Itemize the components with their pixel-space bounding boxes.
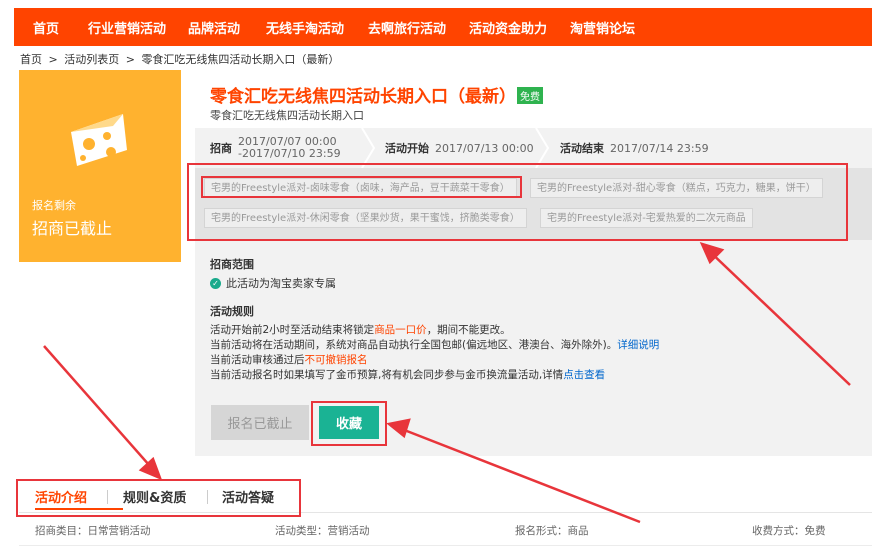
annotation-box-categories bbox=[187, 163, 848, 241]
info-type: 活动类型：营销活动 bbox=[275, 525, 370, 537]
timeline-recruit: 招商 2017/07/07 00:00 -2017/07/10 23:59 bbox=[210, 128, 341, 168]
rule-text: 活动开始前2小时至活动结束将锁定 bbox=[210, 324, 375, 336]
breadcrumb-activity-list[interactable]: 活动列表页 bbox=[64, 53, 119, 66]
rule-highlight: 商品一口价 bbox=[374, 324, 427, 336]
rule-line: 当前活动报名时如果填写了金币预算,将有机会同步参与金币换流量活动,详情点击查看 bbox=[210, 367, 605, 382]
timeline-end-time: 2017/07/14 23:59 bbox=[610, 141, 709, 155]
scope-title: 招商范围 bbox=[210, 258, 254, 271]
annotation-box-tabs bbox=[16, 479, 301, 517]
rule-line: 当前活动审核通过后不可撤销报名 bbox=[210, 352, 368, 367]
nav-item-wireless[interactable]: 无线手淘活动 bbox=[266, 18, 344, 37]
activity-subtitle: 零食汇吃无线焦四活动长期入口 bbox=[210, 109, 364, 122]
breadcrumb-current: 零食汇吃无线焦四活动长期入口（最新） bbox=[141, 53, 340, 66]
scope-text: 此活动为淘宝卖家专属 bbox=[226, 277, 336, 290]
nav-item-funding[interactable]: 活动资金助力 bbox=[469, 18, 547, 37]
rule-text: 当前活动报名时如果填写了金币预算,将有机会同步参与金币换流量活动,详情 bbox=[210, 369, 564, 381]
nav-item-brand[interactable]: 品牌活动 bbox=[188, 18, 240, 37]
info-form: 报名形式：商品 bbox=[515, 525, 589, 537]
timeline-end: 活动结束 2017/07/14 23:59 bbox=[560, 128, 709, 168]
activity-title: 零食汇吃无线焦四活动长期入口（最新） bbox=[210, 87, 516, 107]
view-more-link[interactable]: 点击查看 bbox=[563, 369, 605, 381]
info-fee: 收费方式：免费 bbox=[752, 525, 826, 537]
activity-header: 零食汇吃无线焦四活动长期入口（最新） 免费 零食汇吃无线焦四活动长期入口 bbox=[195, 70, 872, 128]
activity-timeline: 招商 2017/07/07 00:00 -2017/07/10 23:59 活动… bbox=[195, 128, 872, 168]
page: 首页 行业营销活动 品牌活动 无线手淘活动 去啊旅行活动 活动资金助力 淘营销论… bbox=[0, 0, 872, 559]
nav-item-home[interactable]: 首页 bbox=[33, 18, 59, 37]
timeline-divider-icon bbox=[361, 128, 375, 168]
rule-text: 当前活动将在活动期间，系统对商品自动执行全国包邮(偏远地区、港澳台、海外除外)。 bbox=[210, 339, 618, 351]
top-nav: 首页 行业营销活动 品牌活动 无线手淘活动 去啊旅行活动 活动资金助力 淘营销论… bbox=[14, 8, 872, 46]
timeline-divider-icon bbox=[535, 128, 549, 168]
free-badge: 免费 bbox=[517, 87, 543, 104]
timeline-recruit-label: 招商 bbox=[210, 142, 232, 155]
rule-text: ，期间不能更改。 bbox=[426, 324, 511, 336]
breadcrumb-separator: > bbox=[48, 53, 58, 66]
info-category: 招商类目：日常营销活动 bbox=[35, 525, 151, 537]
rule-text: 当前活动审核通过后 bbox=[210, 354, 305, 366]
rule-line: 当前活动将在活动期间，系统对商品自动执行全国包邮(偏远地区、港澳台、海外除外)。… bbox=[210, 337, 659, 352]
promo-card: 报名剩余 招商已截止 bbox=[19, 70, 181, 262]
timeline-start-label: 活动开始 bbox=[385, 142, 429, 155]
promo-sub-label: 报名剩余 bbox=[32, 199, 76, 212]
rule-line: 活动开始前2小时至活动结束将锁定商品一口价，期间不能更改。 bbox=[210, 322, 511, 337]
cheese-icon bbox=[71, 114, 127, 166]
breadcrumb-home[interactable]: 首页 bbox=[20, 53, 42, 66]
breadcrumb-separator: > bbox=[125, 53, 135, 66]
arrow-head bbox=[138, 456, 163, 481]
rules-title: 活动规则 bbox=[210, 305, 254, 318]
rule-highlight: 不可撤销报名 bbox=[304, 354, 368, 366]
annotation-box-favorite bbox=[311, 401, 387, 446]
activity-panel: 零食汇吃无线焦四活动长期入口（最新） 免费 零食汇吃无线焦四活动长期入口 招商 … bbox=[195, 70, 872, 456]
nav-item-industry[interactable]: 行业营销活动 bbox=[88, 18, 166, 37]
info-divider bbox=[19, 545, 872, 546]
promo-status-label: 招商已截止 bbox=[32, 219, 113, 238]
details-link[interactable]: 详细说明 bbox=[617, 339, 659, 351]
timeline-recruit-end: -2017/07/10 23:59 bbox=[238, 147, 341, 160]
timeline-end-label: 活动结束 bbox=[560, 142, 604, 155]
scope-item: ✓ 此活动为淘宝卖家专属 bbox=[210, 275, 336, 291]
timeline-start-time: 2017/07/13 00:00 bbox=[435, 141, 534, 155]
registration-closed-button[interactable]: 报名已截止 bbox=[211, 405, 309, 440]
check-icon: ✓ bbox=[210, 277, 221, 289]
breadcrumb: 首页 > 活动列表页 > 零食汇吃无线焦四活动长期入口（最新） bbox=[20, 51, 342, 67]
arrow-line bbox=[43, 345, 158, 475]
timeline-start: 活动开始 2017/07/13 00:00 bbox=[385, 128, 534, 168]
nav-item-forum[interactable]: 淘营销论坛 bbox=[570, 18, 635, 37]
nav-item-travel[interactable]: 去啊旅行活动 bbox=[368, 18, 446, 37]
